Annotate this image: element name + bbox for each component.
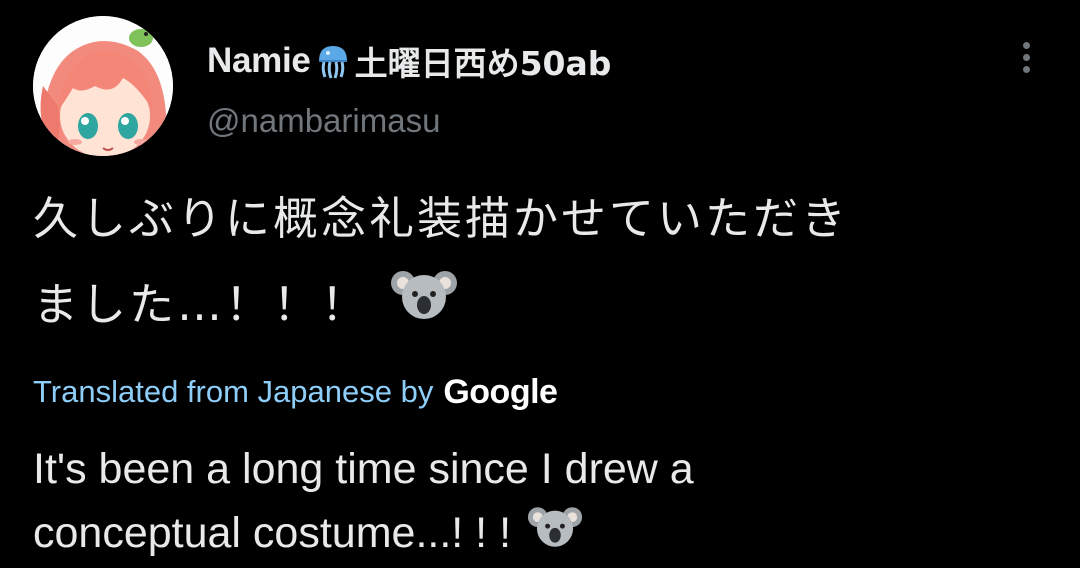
koala-icon: [391, 265, 458, 351]
koala-icon: [527, 504, 583, 568]
jellyfish-icon: [313, 41, 353, 81]
google-logo: Google: [443, 372, 558, 411]
translated-from-link[interactable]: Translated from Japanese by: [33, 374, 433, 410]
tweet-original-line-2-wrap: ました…！！！: [33, 262, 1043, 348]
tweet-original-text: 久しぶりに概念礼装描かせていただき ました…！！！: [33, 176, 1043, 348]
more-button[interactable]: [1010, 38, 1044, 78]
tweet-translated-text: It's been a long time since I drew a con…: [33, 437, 1043, 565]
tweet-translated-line-1: It's been a long time since I drew a: [33, 445, 694, 493]
user-handle[interactable]: @nambarimasu: [207, 102, 440, 140]
avatar-image: [33, 16, 173, 156]
translation-attribution: Translated from Japanese by Google: [33, 370, 558, 414]
tweet-original-line-1: 久しぶりに概念礼装描かせていただき: [33, 192, 850, 245]
more-vertical-icon: [1023, 42, 1030, 49]
tweet-original-line-2: ました…！！！: [33, 278, 370, 331]
more-vertical-icon-dot: [1023, 54, 1030, 61]
tweet-translated-line-2-wrap: conceptual costume...! ! !: [33, 501, 1043, 565]
display-name-text: Namie: [207, 41, 311, 80]
display-name-suffix: 土曜日西め50ab: [354, 44, 612, 83]
avatar[interactable]: [33, 16, 173, 156]
tweet: Namie 土曜日西め50ab @nambarimasu 久しぶりに概念礼装描か…: [0, 0, 1080, 565]
more-vertical-icon-dot: [1023, 66, 1030, 73]
display-name[interactable]: Namie 土曜日西め50ab: [207, 36, 611, 86]
tweet-translated-line-2: conceptual costume...! ! !: [33, 509, 512, 557]
